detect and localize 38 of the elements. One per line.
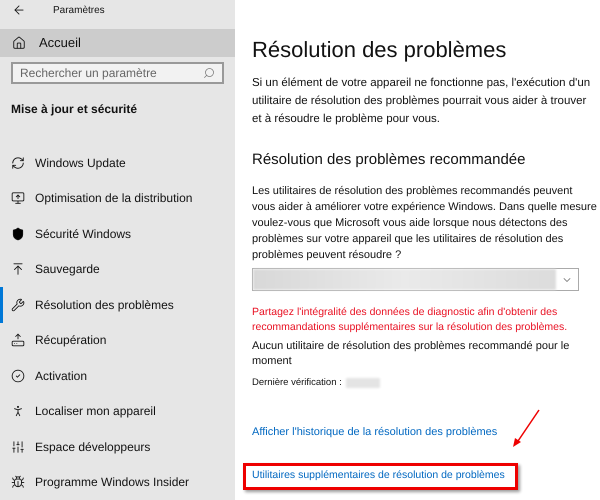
history-link[interactable]: Afficher l'historique de la résolution des problèmes bbox=[252, 424, 600, 441]
warning-text: Partagez l'intégralité des données de diagnostic afin d'obtenir des recommandations supplémentaires sur la résolution des problèmes. bbox=[252, 305, 568, 335]
nav-item[interactable]: Sécurité Windows bbox=[0, 216, 235, 252]
nav-item[interactable]: Programme Windows Insider bbox=[0, 464, 235, 500]
check-circle-icon bbox=[11, 368, 25, 383]
tools-link[interactable]: Utilitaires supplémentaires de résolution de problèmes bbox=[252, 468, 505, 484]
nav-item[interactable]: Windows Update bbox=[0, 145, 235, 180]
section-heading: Résolution des problèmes recommandée bbox=[252, 150, 526, 170]
nav-item[interactable]: Espace développeurs bbox=[0, 429, 235, 464]
bug-icon bbox=[11, 475, 25, 490]
home-icon bbox=[12, 36, 26, 50]
search-icon bbox=[203, 67, 215, 79]
monitor-upload-icon bbox=[11, 191, 25, 206]
window-title: Paramètres bbox=[53, 4, 105, 18]
nav-item[interactable]: Localiser mon appareil bbox=[0, 394, 235, 429]
section-heading: Mise à jour et sécurité bbox=[11, 101, 138, 118]
nav-item[interactable]: Résolution des problèmes bbox=[0, 287, 235, 322]
refresh-icon bbox=[11, 156, 25, 170]
description-text: Les utilitaires de résolution des problèmes recommandés peuvent vous aider à améliorer votre expérience Windows. Dans quelle mesure voulez-vous que Microsoft vous aide lorsque nous détectons des problèmes sur votre appareil que les utilitaires de résolution des problèmes peuvent résoudre ? bbox=[252, 184, 597, 263]
status-text: Aucun utilitaire de résolution des problèmes recommandé pour le moment bbox=[252, 339, 570, 369]
person-icon bbox=[11, 404, 25, 418]
intro-text: Si un élément de votre appareil ne fonctionne pas, l'exécution d'un utilitaire de résolution des problèmes pourrait vous aider à trouver et à résoudre le problème pour vous. bbox=[252, 76, 592, 127]
back-icon[interactable] bbox=[12, 3, 26, 17]
page-title: Résolution des problèmes bbox=[252, 36, 508, 64]
wrench-icon bbox=[11, 298, 25, 312]
drive-icon bbox=[11, 333, 25, 348]
shield-icon bbox=[11, 226, 25, 241]
nav-item[interactable]: Récupération bbox=[0, 322, 235, 358]
nav-item[interactable]: Activation bbox=[0, 358, 235, 394]
sliders-icon bbox=[11, 440, 25, 454]
upload-icon bbox=[11, 262, 25, 276]
blurred-date bbox=[346, 378, 380, 388]
nav-item[interactable]: Sauvegarde bbox=[0, 252, 235, 287]
nav-item[interactable]: Optimisation de la distribution bbox=[0, 180, 235, 216]
arrow-drawing bbox=[513, 410, 540, 447]
search-field[interactable]: Rechercher un paramètre bbox=[11, 62, 224, 84]
last-check-label: Dernière vérification : bbox=[252, 376, 342, 390]
home-item[interactable]: Accueil bbox=[0, 29, 235, 57]
